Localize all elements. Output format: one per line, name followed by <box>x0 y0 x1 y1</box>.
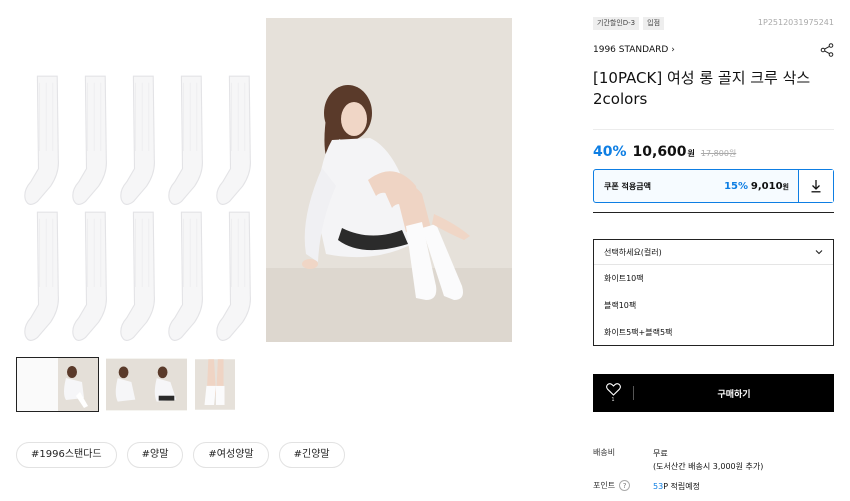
shipping-value: 무료 (도서산간 배송시 3,000원 추가) <box>653 447 763 473</box>
divider <box>593 212 834 213</box>
chevron-right-icon: › <box>671 45 675 55</box>
price-row: 40% 10,600 원 17,800원 <box>593 144 834 160</box>
tag-long-socks[interactable]: #긴양말 <box>278 442 345 468</box>
sock-item <box>70 74 114 208</box>
original-price: 17,800원 <box>700 149 737 158</box>
option-select-head[interactable]: 선택하세요(컬러) <box>594 240 833 265</box>
price-unit: 원 <box>687 149 695 158</box>
points-suffix: P 적립예정 <box>663 482 700 491</box>
option-select[interactable]: 선택하세요(컬러) 화이트10팩 블랙10팩 화이트5팩+블랙5팩 <box>593 239 834 346</box>
sock-item <box>22 74 66 208</box>
points-value: 53P 적립예정 <box>653 480 700 493</box>
thumbnail-1[interactable] <box>16 357 99 412</box>
coupon-box[interactable]: 쿠폰 적용금액 15% 9,010원 <box>593 169 834 203</box>
shipping-label: 배송비 <box>593 448 616 457</box>
model-photo <box>266 18 512 342</box>
heart-icon <box>605 383 621 396</box>
brand-name: 1996 STANDARD <box>593 45 669 55</box>
option-placeholder: 선택하세요(컬러) <box>604 247 662 257</box>
discount-rate: 40% <box>593 144 627 160</box>
coupon-download-button[interactable] <box>798 170 833 202</box>
new-entry-badge: 입점 <box>643 16 665 30</box>
sock-item <box>70 210 114 344</box>
sale-price: 10,600 <box>632 144 687 160</box>
share-icon[interactable] <box>820 43 834 57</box>
chevron-down-icon <box>815 250 823 255</box>
sock-item <box>166 74 210 208</box>
purchase-bar: 1 구매하기 <box>593 374 834 412</box>
tag-1996standard[interactable]: #1996스탠다드 <box>16 442 117 468</box>
help-icon[interactable]: ? <box>619 480 631 491</box>
product-info: 기간할인D-3 입점 1P2512031975241 1996 STANDARD… <box>593 15 834 213</box>
tag-socks[interactable]: #양말 <box>126 442 184 468</box>
like-button[interactable]: 1 <box>593 374 633 412</box>
thumbnail-2[interactable] <box>105 357 188 412</box>
thumbnail-strip <box>16 357 236 412</box>
tag-list: #1996스탠다드 #양말 #여성양말 #긴양말 <box>16 442 345 468</box>
sock-item <box>214 210 258 344</box>
shipping-fee: 무료 <box>653 449 668 458</box>
like-count: 1 <box>611 397 615 403</box>
buy-button[interactable]: 구매하기 <box>634 387 834 400</box>
tag-women-socks[interactable]: #여성양말 <box>193 442 269 468</box>
product-title: [10PACK] 여성 롱 골지 크루 삭스 2colors <box>593 69 811 108</box>
shipping-row: 배송비 무료 (도서산간 배송시 3,000원 추가) <box>593 447 834 473</box>
sock-item <box>214 74 258 208</box>
option-black-10pack[interactable]: 블랙10팩 <box>594 292 833 319</box>
shipping-note: (도서산간 배송시 3,000원 추가) <box>653 462 764 471</box>
coupon-price: 9,010원 <box>750 180 789 192</box>
coupon-label: 쿠폰 적용금액 <box>604 181 651 191</box>
thumbnail-3[interactable] <box>194 357 236 412</box>
sale-deadline-badge: 기간할인D-3 <box>593 16 640 30</box>
download-icon <box>811 180 821 193</box>
brand-link[interactable]: 1996 STANDARD › <box>593 45 675 55</box>
sock-item <box>118 210 162 344</box>
sock-grid <box>22 74 258 342</box>
points-row: 포인트 ? 53P 적립예정 <box>593 480 834 493</box>
sock-item <box>166 210 210 344</box>
socks-flatlay-image <box>16 18 266 342</box>
sock-item <box>118 74 162 208</box>
option-white-10pack[interactable]: 화이트10팩 <box>594 265 833 292</box>
badge-row: 기간할인D-3 입점 1P2512031975241 <box>593 15 834 31</box>
points-label: 포인트 <box>593 481 616 490</box>
points-amount: 53 <box>653 482 664 491</box>
coupon-rate: 15% <box>724 180 748 192</box>
option-white5-black5[interactable]: 화이트5팩+블랙5팩 <box>594 319 833 346</box>
main-product-image[interactable] <box>16 18 512 342</box>
product-code: 1P2512031975241 <box>757 18 834 27</box>
divider <box>593 129 834 130</box>
sock-item <box>22 210 66 344</box>
delivery-info: 배송비 무료 (도서산간 배송시 3,000원 추가) 포인트 ? 53P 적립… <box>593 447 834 493</box>
